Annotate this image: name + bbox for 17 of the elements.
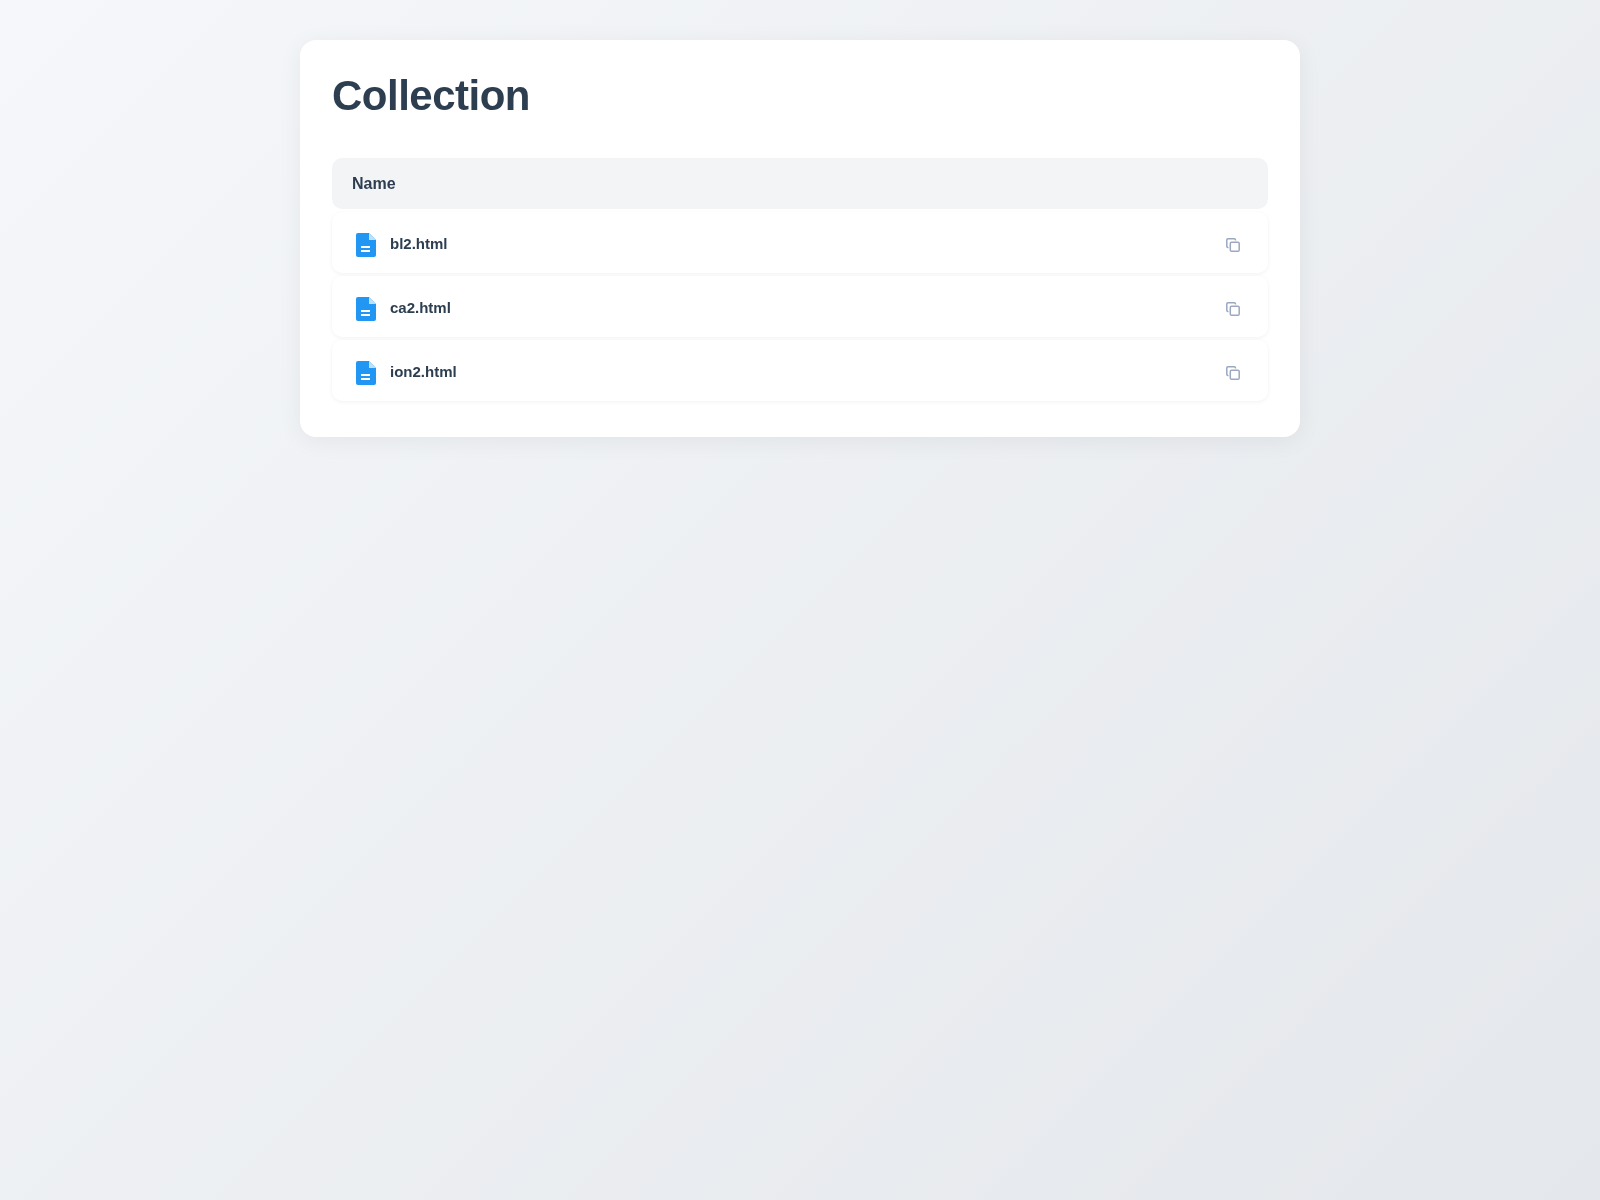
copy-icon xyxy=(1226,237,1240,252)
document-icon xyxy=(356,360,376,385)
column-header: Name xyxy=(352,173,396,194)
file-name: bl2.html xyxy=(390,234,448,255)
document-icon xyxy=(356,296,376,321)
file-row[interactable]: ion2.html xyxy=(332,340,1268,401)
file-name: ion2.html xyxy=(390,362,457,383)
file-row[interactable]: ca2.html xyxy=(332,276,1268,337)
copy-button[interactable] xyxy=(1226,301,1240,316)
copy-button[interactable] xyxy=(1226,237,1240,252)
file-name: ca2.html xyxy=(390,298,451,319)
copy-icon xyxy=(1226,301,1240,316)
copy-icon xyxy=(1226,365,1240,380)
document-icon xyxy=(356,232,376,257)
file-row[interactable]: bl2.html xyxy=(332,212,1268,273)
page-title: Collection xyxy=(332,72,530,120)
copy-button[interactable] xyxy=(1226,365,1240,380)
